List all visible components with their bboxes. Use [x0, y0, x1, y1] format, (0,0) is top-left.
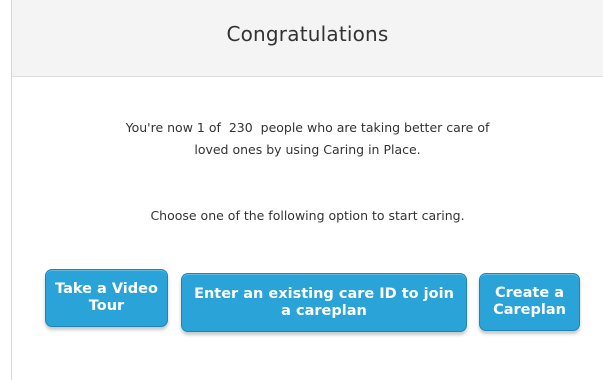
join-careplan-button[interactable]: Enter an existing care ID to join a care…: [181, 273, 467, 332]
choose-option-prompt: Choose one of the following option to st…: [150, 208, 465, 223]
create-careplan-button[interactable]: Create a Careplan: [479, 273, 580, 331]
congratulations-dialog: Congratulations You're now 1 of 230 peop…: [11, 0, 603, 380]
take-video-tour-button[interactable]: Take a Video Tour: [45, 269, 168, 327]
dialog-title: Congratulations: [226, 22, 389, 46]
dialog-header: Congratulations: [12, 0, 603, 77]
user-count-message: You're now 1 of 230 people who are takin…: [125, 120, 490, 135]
user-count-message-continued: loved ones by using Caring in Place.: [194, 142, 421, 157]
